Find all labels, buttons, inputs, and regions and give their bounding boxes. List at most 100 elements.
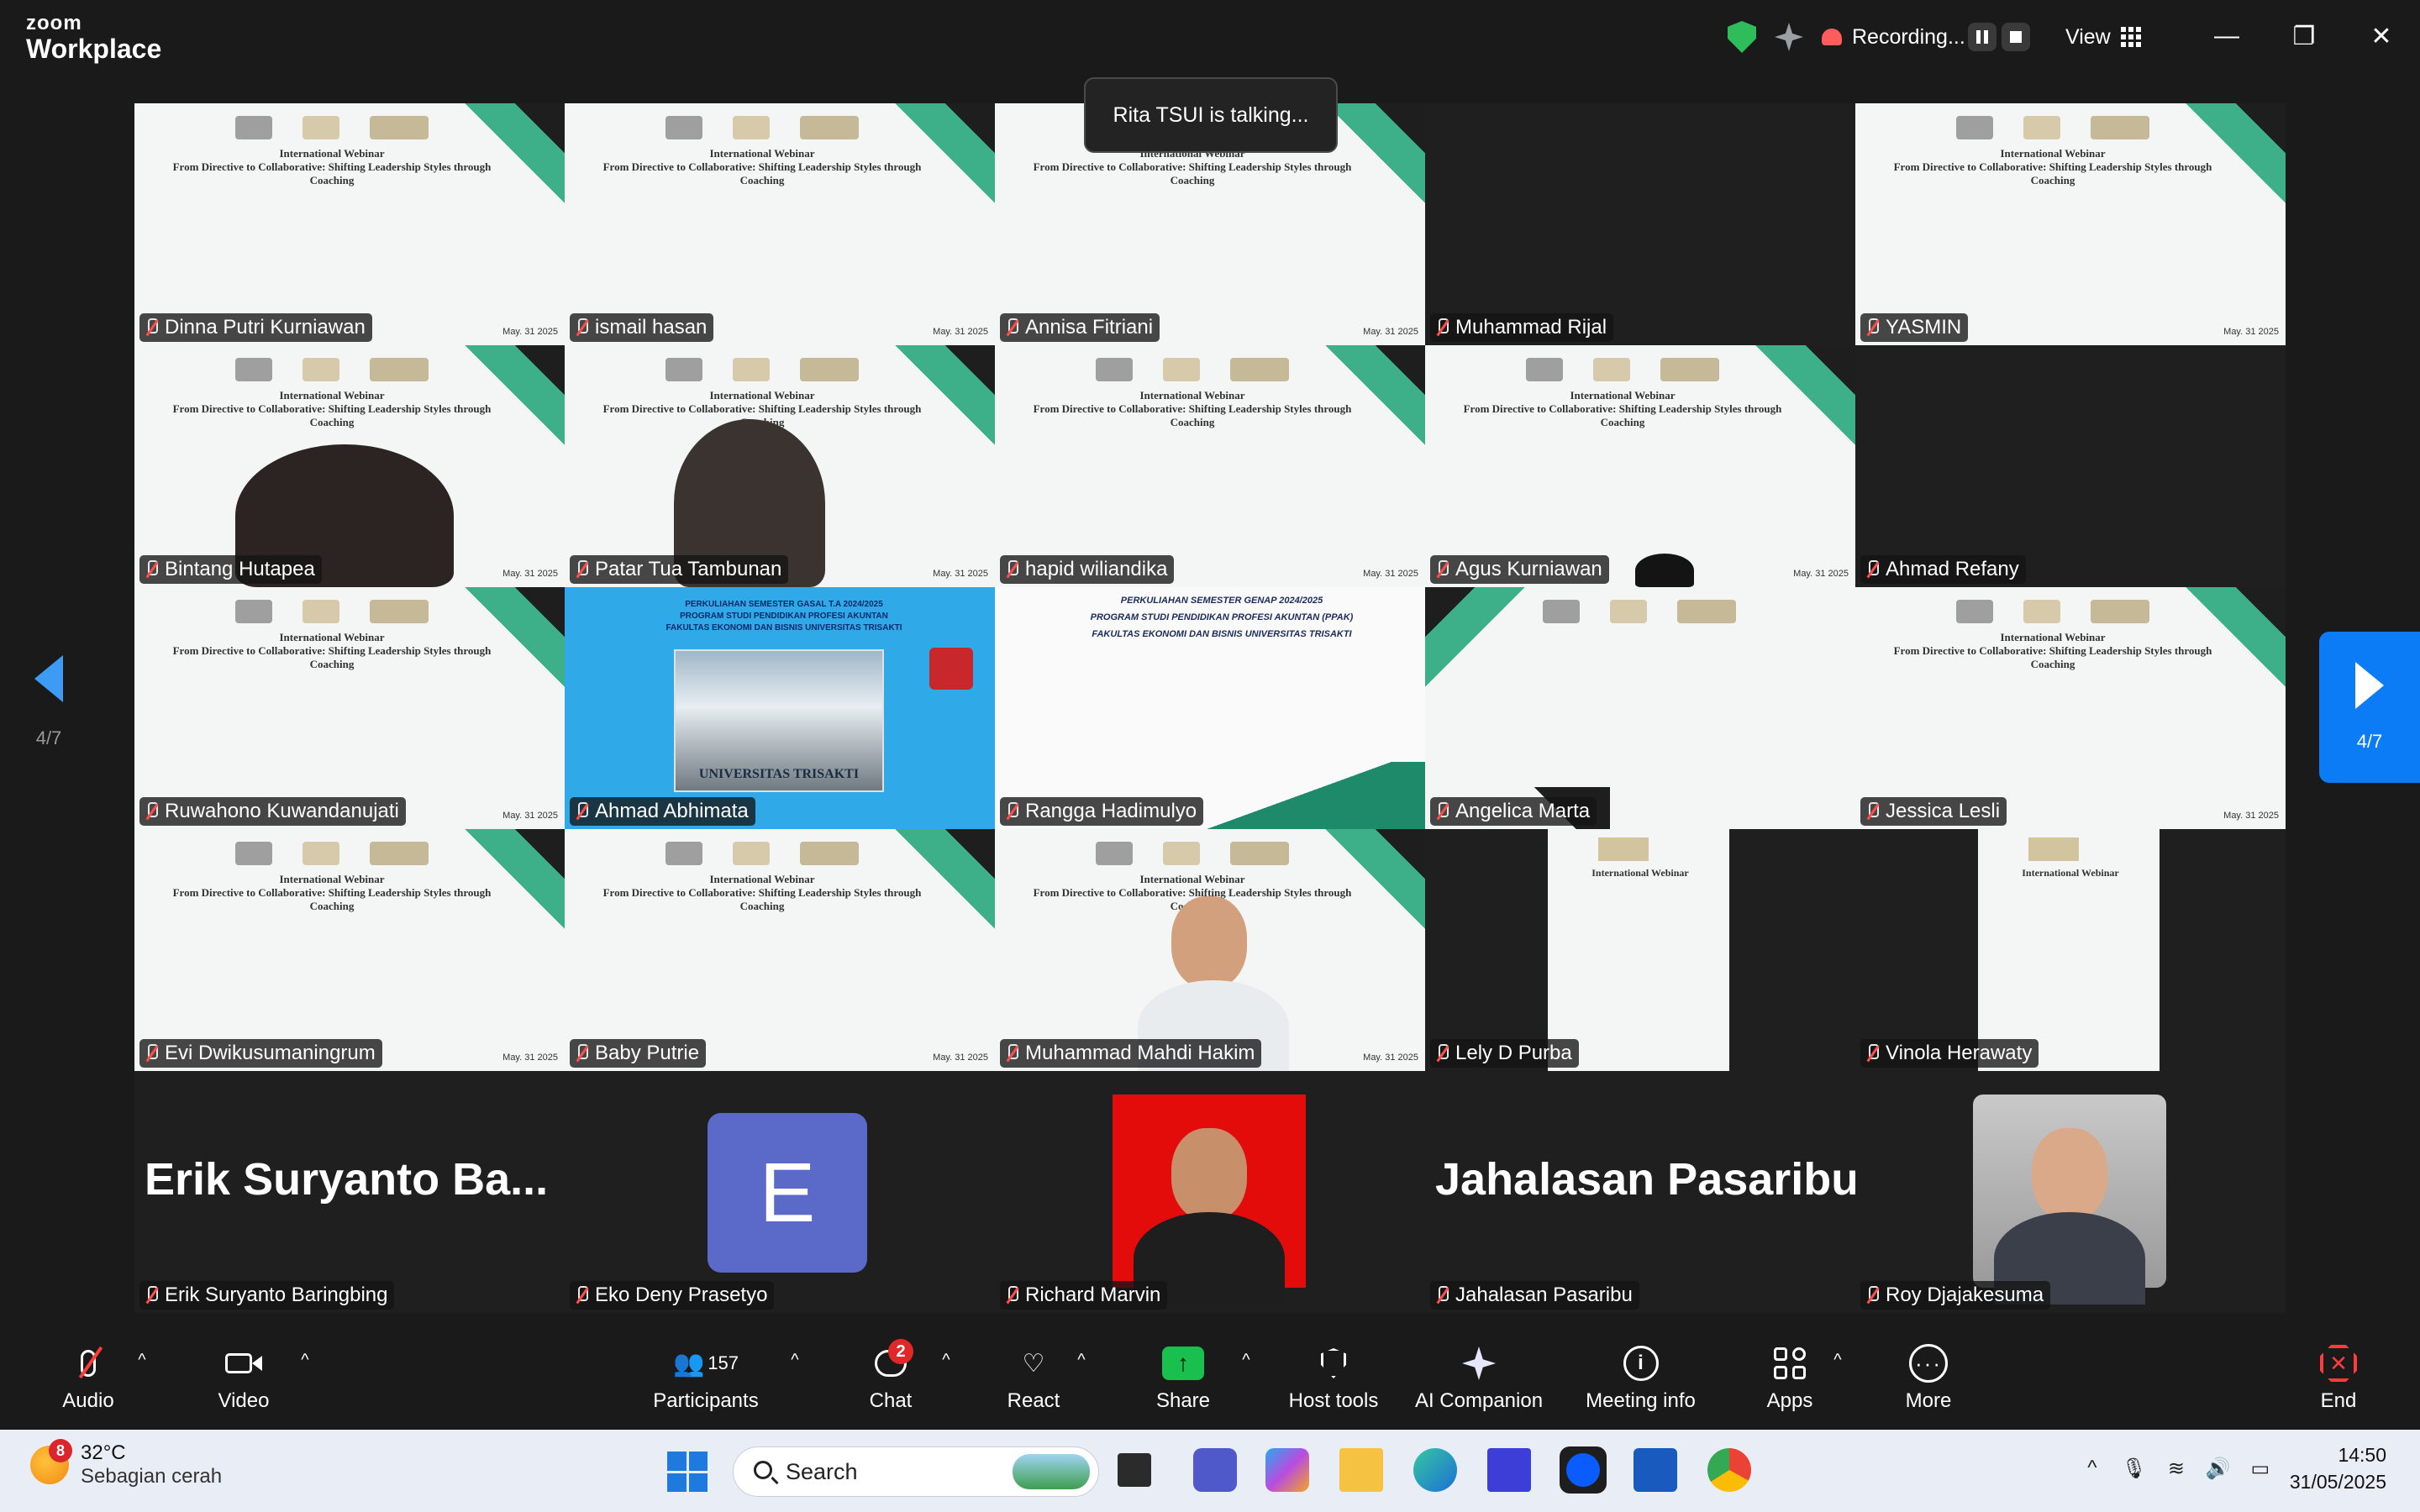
- participant-nameplate: Agus Kurniawan: [1430, 555, 1609, 584]
- task-view-icon[interactable]: [1118, 1453, 1151, 1487]
- participants-button[interactable]: 👥 157 Participants: [643, 1344, 769, 1420]
- video-tile[interactable]: Erik Suryanto Ba... Erik Suryanto Baring…: [134, 1071, 565, 1313]
- clock[interactable]: 14:50 31/05/2025: [2290, 1441, 2386, 1495]
- video-button[interactable]: Video: [181, 1344, 307, 1420]
- ai-companion-button[interactable]: AI Companion: [1412, 1344, 1546, 1420]
- participant-nameplate: Ahmad Abhimata: [570, 797, 755, 826]
- participant-name: Annisa Fitriani: [1025, 316, 1154, 339]
- clock-time: 14:50: [2338, 1444, 2386, 1466]
- host-tools-button[interactable]: Host tools: [1270, 1344, 1397, 1420]
- muted-mic-icon: [1435, 560, 1449, 579]
- participants-options-caret[interactable]: ^: [786, 1351, 804, 1369]
- participant-name: Baby Putrie: [595, 1042, 700, 1064]
- view-button[interactable]: View: [2065, 18, 2141, 55]
- heart-icon: ♡: [1022, 1349, 1045, 1378]
- zoom-app-icon[interactable]: [1560, 1446, 1607, 1494]
- video-tile[interactable]: International Webinar From Directive to C…: [134, 587, 565, 829]
- share-options-caret[interactable]: ^: [1237, 1351, 1255, 1369]
- meeting-info-button[interactable]: i Meeting info: [1571, 1344, 1710, 1420]
- close-button[interactable]: ✕: [2356, 15, 2407, 57]
- video-tile[interactable]: Muhammad Rijal: [1425, 103, 1855, 345]
- participant-name: Patar Tua Tambunan: [595, 558, 782, 580]
- video-tile[interactable]: International Webinar From Directive to C…: [995, 345, 1425, 587]
- video-tile[interactable]: Jahalasan Pasaribu Jahalasan Pasaribu: [1425, 1071, 1855, 1313]
- video-tile[interactable]: PERKULIAHAN SEMESTER GASAL T.A 2024/2025…: [565, 587, 995, 829]
- participant-nameplate: Bintang Hutapea: [139, 555, 322, 584]
- app-icon[interactable]: [1487, 1448, 1531, 1492]
- video-tile[interactable]: International Webinar From Directive to C…: [134, 103, 565, 345]
- react-label: React: [1007, 1389, 1060, 1412]
- video-options-caret[interactable]: ^: [296, 1351, 314, 1369]
- video-tile[interactable]: Richard Marvin: [995, 1071, 1425, 1313]
- video-tile[interactable]: International Webinar From Directive to C…: [134, 829, 565, 1071]
- speaker-icon[interactable]: 🔊: [2206, 1456, 2231, 1481]
- chat-button[interactable]: 2 Chat: [828, 1339, 954, 1420]
- stop-recording-button[interactable]: [2002, 18, 2030, 55]
- video-tile[interactable]: International Webinar From Directive to C…: [565, 103, 995, 345]
- prev-page-indicator: 4/7: [35, 727, 62, 748]
- participant-display-name: Jahalasan Pasaribu: [1435, 1154, 1855, 1205]
- video-tile[interactable]: International Webinar From Directive to C…: [565, 829, 995, 1071]
- muted-mic-icon: [575, 1044, 588, 1063]
- video-tile[interactable]: International Webinar From Directive to C…: [1425, 345, 1855, 587]
- video-tile[interactable]: International Webinar From Directive to C…: [1855, 587, 2286, 829]
- next-page-button[interactable]: 4/7: [2319, 632, 2420, 783]
- slide-date: May. 31 2025: [2223, 811, 2279, 821]
- muted-mic-icon: [1865, 802, 1879, 821]
- participant-nameplate: Roy Djajakesuma: [1860, 1281, 2051, 1310]
- minimize-button[interactable]: —: [2202, 15, 2252, 57]
- participant-name: Ruwahono Kuwandanujati: [165, 800, 399, 822]
- video-tile[interactable]: International Webinar Vinola Herawaty: [1855, 829, 2286, 1071]
- audio-options-caret[interactable]: ^: [133, 1351, 151, 1369]
- video-tile[interactable]: International Webinar From Directive to C…: [134, 345, 565, 587]
- apps-options-caret[interactable]: ^: [1828, 1351, 1847, 1369]
- previous-page-button[interactable]: 4/7: [15, 655, 82, 790]
- participant-name: hapid wiliandika: [1025, 558, 1168, 580]
- ai-sparkle-icon: [1458, 1344, 1500, 1383]
- teams-icon[interactable]: [1193, 1448, 1237, 1492]
- participant-nameplate: Patar Tua Tambunan: [570, 555, 789, 584]
- taskbar-search[interactable]: Search: [733, 1446, 1099, 1497]
- microphone-icon[interactable]: 🎙: [2122, 1456, 2147, 1481]
- ai-sparkle-icon[interactable]: [1775, 18, 1803, 55]
- video-tile[interactable]: International Webinar From Directive to C…: [565, 345, 995, 587]
- recording-status[interactable]: Recording...: [1822, 18, 1965, 55]
- battery-icon[interactable]: ▭: [2248, 1456, 2273, 1481]
- copilot-icon[interactable]: [1265, 1448, 1309, 1492]
- participant-name: Ahmad Abhimata: [595, 800, 749, 822]
- react-options-caret[interactable]: ^: [1072, 1351, 1091, 1369]
- share-button[interactable]: ↑ Share: [1120, 1344, 1246, 1420]
- brand-top: zoom: [26, 12, 82, 34]
- pause-recording-button[interactable]: [1968, 18, 1996, 55]
- blue-slide-line1: PERKULIAHAN SEMESTER GASAL T.A 2024/2025: [685, 600, 883, 609]
- chat-options-caret[interactable]: ^: [937, 1351, 955, 1369]
- chrome-icon[interactable]: [1707, 1448, 1751, 1492]
- video-tile[interactable]: PERKULIAHAN SEMESTER GENAP 2024/2025 PRO…: [995, 587, 1425, 829]
- chevron-up-icon[interactable]: ^: [2080, 1456, 2105, 1481]
- video-tile[interactable]: Ahmad Refany: [1855, 345, 2286, 587]
- encryption-shield-icon[interactable]: [1728, 18, 1756, 55]
- video-tile[interactable]: International Webinar Lely D Purba: [1425, 829, 1855, 1071]
- participant-nameplate: Baby Putrie: [570, 1039, 707, 1068]
- windows-start-icon[interactable]: [667, 1452, 708, 1492]
- weather-widget[interactable]: 8 32°C Sebagian cerah: [30, 1439, 222, 1488]
- muted-mic-icon: [575, 1286, 588, 1305]
- more-button[interactable]: ··· More: [1865, 1344, 1991, 1420]
- video-tile[interactable]: E Eko Deny Prasetyo: [565, 1071, 995, 1313]
- video-tile[interactable]: International Webinar From Directive to C…: [995, 829, 1425, 1071]
- end-meeting-button[interactable]: ✕ End: [2275, 1344, 2402, 1420]
- video-tile[interactable]: International Webinar From Directive to C…: [1855, 103, 2286, 345]
- wifi-icon[interactable]: ≋: [2164, 1456, 2189, 1481]
- participant-nameplate: YASMIN: [1860, 313, 1969, 342]
- edge-icon[interactable]: [1413, 1448, 1457, 1492]
- word-icon[interactable]: [1634, 1448, 1677, 1492]
- video-tile[interactable]: Roy Djajakesuma: [1855, 1071, 2286, 1313]
- windows-taskbar: 8 32°C Sebagian cerah Search ^ 🎙 ≋ 🔊 ▭ 1…: [0, 1430, 2420, 1512]
- video-tile[interactable]: Angelica Marta: [1425, 587, 1855, 829]
- blue-slide-line3: FAKULTAS EKONOMI DAN BISNIS UNIVERSITAS …: [666, 623, 902, 633]
- clock-date: 31/05/2025: [2289, 1471, 2386, 1493]
- muted-mic-icon: [575, 560, 588, 579]
- file-explorer-icon[interactable]: [1339, 1448, 1383, 1492]
- restore-button[interactable]: ❐: [2279, 15, 2329, 57]
- accreditation-logo: [929, 648, 973, 690]
